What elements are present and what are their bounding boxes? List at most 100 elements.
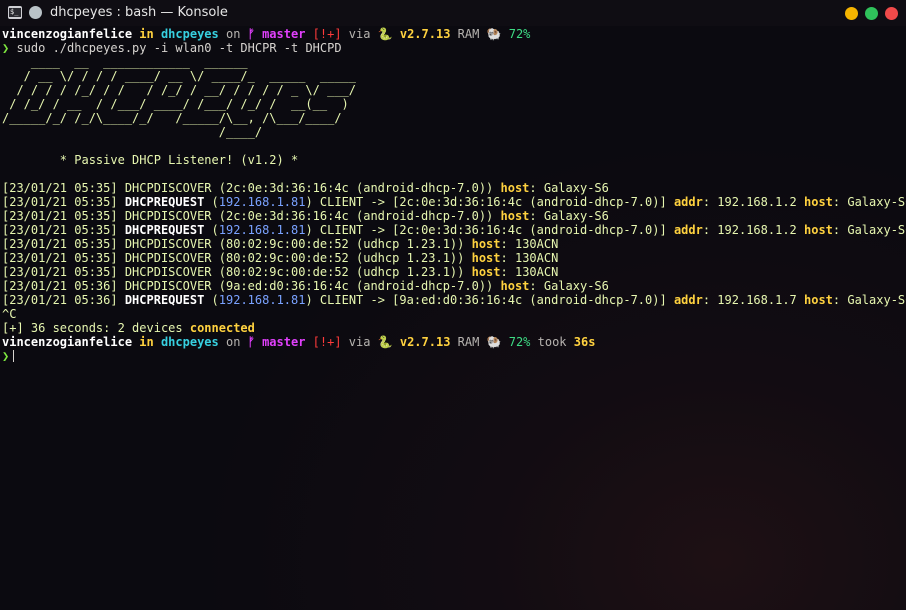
terminal-line: [23/01/21 05:35] DHCPREQUEST (192.168.1.… <box>2 195 906 209</box>
terminal-line: [23/01/21 05:35] DHCPDISCOVER (80:02:9c:… <box>2 237 902 251</box>
terminal-text: took <box>530 335 574 349</box>
terminal-line: ❯ <box>2 349 902 363</box>
terminal-line: /____/ <box>2 125 902 139</box>
terminal-text: : Galaxy-S6 <box>529 209 609 223</box>
terminal-text: host <box>500 279 530 293</box>
terminal-text: * Passive DHCP Listener! (v1.2) * <box>2 153 299 167</box>
terminal-text: ᚠ master <box>247 27 306 41</box>
terminal-text: RAM <box>450 27 487 41</box>
maximize-button[interactable] <box>865 7 878 20</box>
terminal-line: [23/01/21 05:35] DHCPDISCOVER (2c:0e:3d:… <box>2 181 902 195</box>
terminal-text: [23/01/21 05:35] DHCPDISCOVER (2c:0e:3d:… <box>2 181 501 195</box>
terminal-line: / __ \/ / / / ____/ __ \/ ____/_ _____ _… <box>2 69 902 83</box>
terminal-line: vincenzogianfelice in dhcpeyes on ᚠ mast… <box>2 335 902 349</box>
terminal-text: sudo ./dhcpeyes.py -i wlan0 -t DHCPR -t … <box>16 41 342 55</box>
terminal-line: / / / / /_/ / / / /_/ / __/ / / / / _ \/… <box>2 83 902 97</box>
terminal-text: : 130ACN <box>500 251 559 265</box>
terminal-text: ᚠ master <box>247 335 306 349</box>
terminal-text: ( <box>204 293 219 307</box>
terminal-text: ( <box>204 223 219 237</box>
terminal-text: dhcpeyes <box>160 335 219 349</box>
terminal-text: [23/01/21 05:36] <box>2 293 125 307</box>
terminal-text: 36s <box>573 335 596 349</box>
terminal-text: dhcpeyes <box>160 27 219 41</box>
terminal-text: 🐍 v2.7.13 <box>377 27 451 41</box>
terminal-text: ) CLIENT -> [9a:ed:d0:36:16:4c (android-… <box>305 293 674 307</box>
terminal-text: addr <box>673 223 703 237</box>
terminal-line: [23/01/21 05:36] DHCPREQUEST (192.168.1.… <box>2 293 906 307</box>
terminal-text: [23/01/21 05:35] <box>2 223 125 237</box>
terminal-text: ^C <box>2 307 17 321</box>
terminal-text: [23/01/21 05:35] DHCPDISCOVER (80:02:9c:… <box>2 237 472 251</box>
terminal-line: [+] 36 seconds: 2 devices connected <box>2 321 902 335</box>
terminal-text: host <box>804 223 833 237</box>
terminal-text: / / / / /_/ / / / /_/ / __/ / / / / _ \/… <box>2 83 357 97</box>
terminal-text: DHCPREQUEST <box>124 223 205 237</box>
terminal-text: in <box>132 335 161 349</box>
terminal-text: DHCPREQUEST <box>124 293 205 307</box>
terminal-text: [23/01/21 05:35] DHCPDISCOVER (80:02:9c:… <box>2 265 472 279</box>
close-button[interactable] <box>885 7 898 20</box>
window-title: dhcpeyes : bash — Konsole <box>50 5 228 20</box>
terminal-output[interactable]: vincenzogianfelice in dhcpeyes on ᚠ mast… <box>2 27 906 363</box>
minimize-button[interactable] <box>845 7 858 20</box>
terminal-text: 🐏 72% <box>486 27 531 41</box>
konsole-window: dhcpeyes : bash — Konsole vincenzogianfe… <box>0 0 906 610</box>
title-bar[interactable]: dhcpeyes : bash — Konsole <box>0 0 906 26</box>
terminal-line: /_____/_/ /_/\____/_/ /_____/\__, /\___/… <box>2 111 902 125</box>
terminal-text: : 192.168.1.2 <box>702 195 804 209</box>
terminal-text: : 130ACN <box>500 237 559 251</box>
terminal-text: /_____/_/ /_/\____/_/ /_____/\__, /\___/… <box>2 111 342 125</box>
terminal-text: host <box>471 265 501 279</box>
terminal-text: : Galaxy-S6 <box>832 195 906 209</box>
terminal-text: via <box>341 335 378 349</box>
terminal-line: vincenzogianfelice in dhcpeyes on ᚠ mast… <box>2 27 902 41</box>
terminal-text: vincenzogianfelice <box>2 335 133 349</box>
terminal-text: ❯ <box>2 349 10 363</box>
terminal-text: [23/01/21 05:35] DHCPDISCOVER (80:02:9c:… <box>2 251 472 265</box>
terminal-text: : Galaxy-S6 <box>832 223 906 237</box>
terminal-line: ____ __ ____________ ______ <box>2 55 902 69</box>
terminal-text: on <box>218 27 248 41</box>
terminal-text: [23/01/21 05:36] DHCPDISCOVER (9a:ed:d0:… <box>2 279 501 293</box>
terminal-text: ❯ <box>2 41 17 55</box>
terminal-text: host <box>471 251 501 265</box>
terminal-text: 🐏 72% <box>486 335 531 349</box>
terminal-text: host <box>804 195 833 209</box>
pin-icon[interactable] <box>29 6 42 19</box>
terminal-text: : 192.168.1.2 <box>702 223 804 237</box>
terminal-text: host <box>804 293 833 307</box>
terminal-text: / __ \/ / / / ____/ __ \/ ____/_ _____ _… <box>2 69 357 83</box>
terminal-text: on <box>218 335 248 349</box>
terminal-line: [23/01/21 05:35] DHCPDISCOVER (80:02:9c:… <box>2 265 902 279</box>
terminal-text: addr <box>673 293 703 307</box>
terminal-text: : Galaxy-S6 <box>529 181 609 195</box>
terminal-text: : 192.168.1.7 <box>702 293 804 307</box>
terminal-text: ) CLIENT -> [2c:0e:3d:36:16:4c (android-… <box>305 195 674 209</box>
terminal-text: 192.168.1.81 <box>218 293 306 307</box>
terminal-text: ) CLIENT -> [2c:0e:3d:36:16:4c (android-… <box>305 223 674 237</box>
terminal-text: ( <box>204 195 219 209</box>
terminal-text: [!+] <box>305 27 342 41</box>
terminal-text: ____ __ ____________ ______ <box>2 55 248 69</box>
terminal-line: [23/01/21 05:35] DHCPDISCOVER (80:02:9c:… <box>2 251 902 265</box>
terminal-line: / /_/ / __ / /___/ ____/ /___/ /_/ / __(… <box>2 97 902 111</box>
terminal-text: host <box>471 237 501 251</box>
terminal-text: [+] 36 seconds: 2 devices <box>2 321 190 335</box>
terminal-text: DHCPREQUEST <box>124 195 205 209</box>
terminal-line: [23/01/21 05:35] DHCPREQUEST (192.168.1.… <box>2 223 906 237</box>
terminal-text: host <box>500 209 530 223</box>
terminal-text: 192.168.1.81 <box>218 195 306 209</box>
terminal-app-icon[interactable] <box>8 6 22 19</box>
terminal-line: [23/01/21 05:36] DHCPDISCOVER (9a:ed:d0:… <box>2 279 902 293</box>
terminal-text: 192.168.1.81 <box>218 223 306 237</box>
terminal-text: : Galaxy-S6 <box>529 279 609 293</box>
terminal-text: RAM <box>450 335 487 349</box>
text-cursor <box>13 350 15 362</box>
terminal-text: host <box>500 181 530 195</box>
terminal-text: / /_/ / __ / /___/ ____/ /___/ /_/ / __(… <box>2 97 349 111</box>
terminal-line: ❯ sudo ./dhcpeyes.py -i wlan0 -t DHCPR -… <box>2 41 902 55</box>
terminal-text: in <box>132 27 161 41</box>
